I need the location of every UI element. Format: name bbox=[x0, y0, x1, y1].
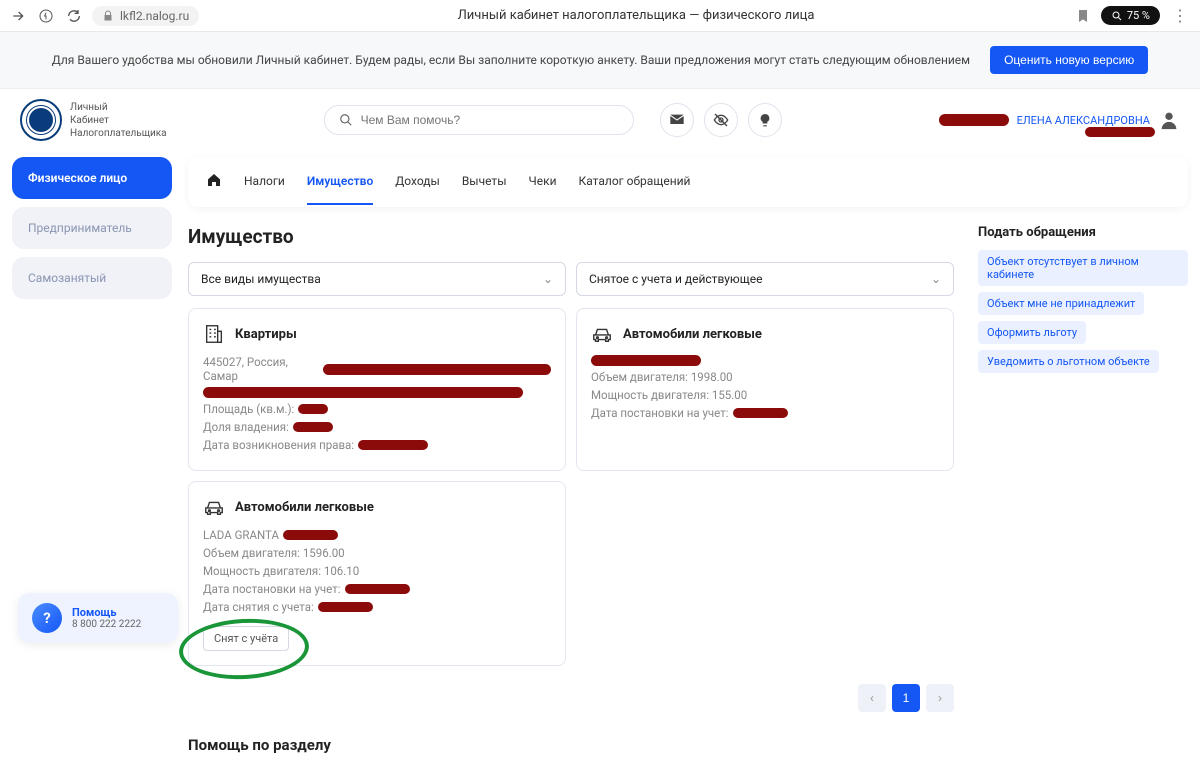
engine-volume: Объем двигателя: 1596.00 bbox=[203, 546, 551, 560]
update-banner: Для Вашего удобства мы обновили Личный к… bbox=[0, 32, 1200, 89]
help-widget[interactable]: ? Помощь 8 800 222 2222 bbox=[18, 593, 178, 643]
deregistered-badge: Снят с учёта bbox=[203, 626, 289, 651]
zoom-indicator[interactable]: 75 % bbox=[1101, 6, 1160, 25]
site-header: Личный Кабинет Налогоплательщика ЕЛЕНА А… bbox=[0, 89, 1200, 151]
browser-chrome: lkfl2.nalog.ru Личный кабинет налогоплат… bbox=[0, 0, 1200, 32]
link-object-missing[interactable]: Объект отсутствует в личном кабинете bbox=[978, 250, 1188, 286]
search-icon bbox=[339, 113, 353, 127]
link-notify-benefit[interactable]: Уведомить о льготном объекте bbox=[978, 350, 1159, 373]
aside-heading: Подать обращения bbox=[978, 225, 1188, 240]
nav-property[interactable]: Имущество bbox=[307, 159, 373, 205]
engine-power: Мощность двигателя: 106.10 bbox=[203, 564, 551, 578]
tab-entrepreneur[interactable]: Предприниматель bbox=[12, 207, 172, 249]
help-section-heading: Помощь по разделу bbox=[188, 736, 954, 754]
fns-emblem-icon bbox=[20, 99, 62, 141]
url-bar[interactable]: lkfl2.nalog.ru bbox=[92, 6, 199, 26]
username: ЕЛЕНА АЛЕКСАНДРОВНА bbox=[1017, 114, 1150, 127]
nav-taxes[interactable]: Налоги bbox=[244, 159, 285, 205]
url-text: lkfl2.nalog.ru bbox=[120, 9, 189, 23]
bookmark-icon[interactable] bbox=[1073, 6, 1093, 26]
car-icon bbox=[203, 496, 225, 518]
pagination: ‹ 1 › bbox=[188, 684, 954, 712]
reload-icon[interactable] bbox=[64, 6, 84, 26]
redacted bbox=[939, 114, 1009, 126]
banner-text: Для Вашего удобства мы обновили Личный к… bbox=[52, 53, 970, 67]
entity-type-tabs: Физическое лицо Предприниматель Самозаня… bbox=[12, 157, 172, 754]
building-icon bbox=[203, 323, 225, 345]
property-card-car[interactable]: Автомобили легковые Объем двигателя: 199… bbox=[576, 308, 954, 471]
tab-individual[interactable]: Физическое лицо bbox=[12, 157, 172, 199]
nav-home[interactable] bbox=[206, 157, 222, 207]
page-heading: Имущество bbox=[188, 225, 954, 248]
engine-volume: Объем двигателя: 1998.00 bbox=[591, 370, 939, 384]
search-input[interactable] bbox=[324, 105, 634, 135]
page-next[interactable]: › bbox=[926, 684, 954, 712]
nav-receipts[interactable]: Чеки bbox=[529, 159, 557, 205]
card-title: Автомобили легковые bbox=[235, 500, 374, 515]
card-title: Автомобили легковые bbox=[623, 327, 762, 342]
page-title: Личный кабинет налогоплательщика — физич… bbox=[207, 8, 1065, 23]
home-icon bbox=[206, 172, 222, 188]
yandex-icon[interactable] bbox=[36, 6, 56, 26]
filter-status[interactable]: Снятое с учета и действующее ⌄ bbox=[576, 262, 954, 296]
avatar-icon bbox=[1158, 109, 1180, 131]
property-card-apartment[interactable]: Квартиры 445027, Россия, Самар Площадь (… bbox=[188, 308, 566, 471]
forward-icon[interactable] bbox=[8, 6, 28, 26]
help-phone: 8 800 222 2222 bbox=[72, 619, 141, 630]
engine-power: Мощность двигателя: 155.00 bbox=[591, 388, 939, 402]
zoom-icon bbox=[1111, 10, 1123, 22]
card-title: Квартиры bbox=[235, 327, 297, 342]
logo[interactable]: Личный Кабинет Налогоплательщика bbox=[20, 99, 167, 141]
rate-button[interactable]: Оценить новую версию bbox=[990, 46, 1148, 74]
link-not-mine[interactable]: Объект мне не принадлежит bbox=[978, 292, 1144, 315]
page-current[interactable]: 1 bbox=[892, 684, 920, 712]
link-benefit[interactable]: Оформить льготу bbox=[978, 321, 1086, 344]
idea-icon[interactable] bbox=[748, 103, 782, 137]
filter-property-type[interactable]: Все виды имущества ⌄ bbox=[188, 262, 566, 296]
main-nav: Налоги Имущество Доходы Вычеты Чеки Ката… bbox=[188, 157, 1188, 207]
redacted bbox=[1085, 127, 1155, 137]
tab-selfemployed[interactable]: Самозанятый bbox=[12, 257, 172, 299]
car-icon bbox=[591, 323, 613, 345]
help-icon: ? bbox=[32, 603, 62, 633]
nav-deductions[interactable]: Вычеты bbox=[462, 159, 507, 205]
page-prev[interactable]: ‹ bbox=[858, 684, 886, 712]
chevron-down-icon: ⌄ bbox=[543, 272, 553, 286]
logo-text: Личный Кабинет Налогоплательщика bbox=[70, 101, 167, 140]
help-title: Помощь bbox=[72, 606, 141, 619]
menu-icon[interactable]: ⋮ bbox=[1168, 6, 1192, 25]
nav-income[interactable]: Доходы bbox=[395, 159, 440, 205]
mail-icon[interactable] bbox=[660, 103, 694, 137]
lock-icon bbox=[102, 10, 114, 22]
user-menu[interactable]: ЕЛЕНА АЛЕКСАНДРОВНА bbox=[939, 109, 1180, 131]
property-card-car-deregistered[interactable]: Автомобили легковые LADA GRANTA Объем дв… bbox=[188, 481, 566, 666]
visibility-icon[interactable] bbox=[704, 103, 738, 137]
chevron-down-icon: ⌄ bbox=[931, 272, 941, 286]
nav-requests[interactable]: Каталог обращений bbox=[579, 159, 691, 205]
